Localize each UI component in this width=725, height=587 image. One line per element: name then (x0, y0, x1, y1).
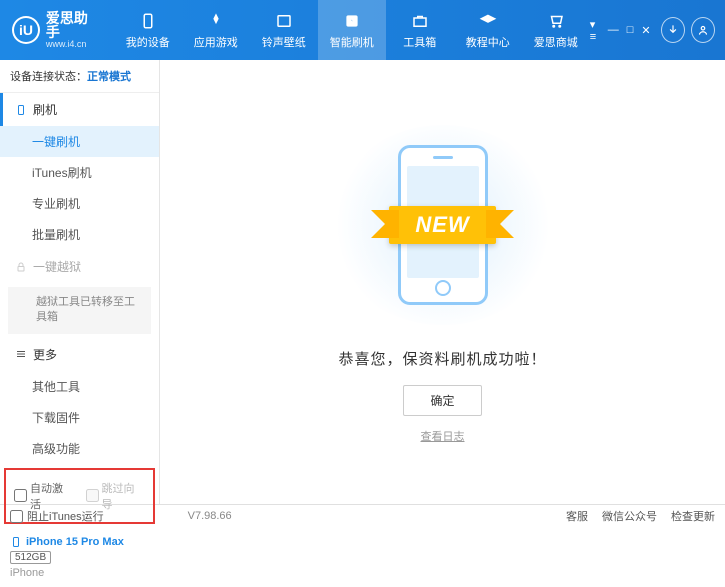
sidebar-item-itunes-flash[interactable]: iTunes刷机 (0, 157, 159, 188)
app-icon (206, 11, 226, 31)
version-label: V7.98.66 (188, 510, 232, 522)
maximize-button[interactable]: □ (627, 24, 634, 36)
sidebar-section-flash[interactable]: 刷机 (0, 93, 159, 126)
device-name[interactable]: iPhone 15 Pro Max (10, 536, 149, 548)
list-icon (15, 348, 27, 360)
sidebar-item-pro-flash[interactable]: 专业刷机 (0, 188, 159, 219)
graduation-icon (478, 11, 498, 31)
nav-label: 工具箱 (403, 34, 436, 50)
picture-icon (274, 11, 294, 31)
checkbox-label: 自动激活 (30, 480, 74, 512)
confirm-button[interactable]: 确定 (403, 385, 481, 416)
minimize-button[interactable]: — (608, 24, 619, 36)
sidebar-section-more[interactable]: 更多 (0, 338, 159, 371)
toolbox-icon (410, 11, 430, 31)
nav-my-device[interactable]: 我的设备 (114, 0, 182, 60)
sidebar-item-other-tools[interactable]: 其他工具 (0, 371, 159, 402)
cart-icon (546, 11, 566, 31)
nav-label: 教程中心 (466, 34, 510, 50)
footer: 阻止iTunes运行 V7.98.66 客服 微信公众号 检查更新 (0, 504, 725, 527)
success-message: 恭喜您，保资料刷机成功啦！ (338, 348, 546, 369)
download-button[interactable] (661, 17, 685, 43)
brand-url: www.i4.cn (46, 39, 102, 49)
nav-store[interactable]: 爱思商城 (522, 0, 590, 60)
nav-smart-flash[interactable]: 智能刷机 (318, 0, 386, 60)
lock-icon (15, 261, 27, 273)
sidebar-item-oneclick-flash[interactable]: 一键刷机 (0, 126, 159, 157)
sidebar-section-jailbreak: 一键越狱 (0, 250, 159, 283)
footer-link-wechat[interactable]: 微信公众号 (602, 508, 657, 524)
phone-small-icon (15, 104, 27, 116)
brand-name: 爱思助手 (46, 11, 102, 39)
main-content: NEW 恭喜您，保资料刷机成功啦！ 确定 查看日志 (160, 60, 725, 504)
sidebar: 设备连接状态：正常模式 刷机 一键刷机 iTunes刷机 专业刷机 批量刷机 一… (0, 60, 160, 504)
device-info: iPhone 15 Pro Max 512GB iPhone (0, 528, 159, 587)
nav-label: 爱思商城 (534, 34, 578, 50)
logo-icon: iU (12, 16, 40, 44)
new-ribbon: NEW (389, 206, 495, 244)
block-itunes-checkbox[interactable]: 阻止iTunes运行 (10, 508, 104, 524)
phone-icon (138, 11, 158, 31)
nav-label: 应用游戏 (194, 34, 238, 50)
nav-toolbox[interactable]: 工具箱 (386, 0, 454, 60)
section-title: 一键越狱 (33, 258, 81, 275)
jailbreak-note: 越狱工具已转移至工具箱 (8, 287, 151, 334)
device-type: iPhone (10, 567, 149, 579)
section-title: 刷机 (33, 101, 57, 118)
status-mode: 正常模式 (87, 71, 131, 83)
nav-label: 铃声壁纸 (262, 34, 306, 50)
view-log-link[interactable]: 查看日志 (421, 428, 465, 444)
success-illustration: NEW (323, 120, 563, 330)
nav-label: 智能刷机 (330, 34, 374, 50)
auto-activate-checkbox[interactable]: 自动激活 (14, 480, 74, 512)
footer-link-support[interactable]: 客服 (566, 508, 588, 524)
status-label: 设备连接状态： (10, 71, 87, 83)
footer-link-update[interactable]: 检查更新 (671, 508, 715, 524)
menu-icon[interactable]: ▾ ≡ (590, 18, 600, 43)
nav-label: 我的设备 (126, 34, 170, 50)
sidebar-item-advanced[interactable]: 高级功能 (0, 433, 159, 464)
skip-guide-checkbox[interactable]: 跳过向导 (86, 480, 146, 512)
top-nav: 我的设备 应用游戏 铃声壁纸 智能刷机 工具箱 教程中心 爱思商城 (114, 0, 590, 60)
device-icon (10, 536, 22, 548)
checkbox-label: 跳过向导 (102, 480, 146, 512)
nav-apps-games[interactable]: 应用游戏 (182, 0, 250, 60)
device-storage: 512GB (10, 551, 51, 564)
nav-tutorials[interactable]: 教程中心 (454, 0, 522, 60)
brand-logo: iU 爱思助手 www.i4.cn (0, 11, 114, 49)
user-button[interactable] (691, 17, 715, 43)
sidebar-item-download-firmware[interactable]: 下载固件 (0, 402, 159, 433)
sidebar-item-batch-flash[interactable]: 批量刷机 (0, 219, 159, 250)
nav-ringtone-wallpaper[interactable]: 铃声壁纸 (250, 0, 318, 60)
close-button[interactable]: ✕ (641, 24, 650, 37)
checkbox-label: 阻止iTunes运行 (27, 508, 104, 524)
connection-status: 设备连接状态：正常模式 (0, 60, 159, 93)
section-title: 更多 (33, 346, 57, 363)
flash-icon (342, 11, 362, 31)
